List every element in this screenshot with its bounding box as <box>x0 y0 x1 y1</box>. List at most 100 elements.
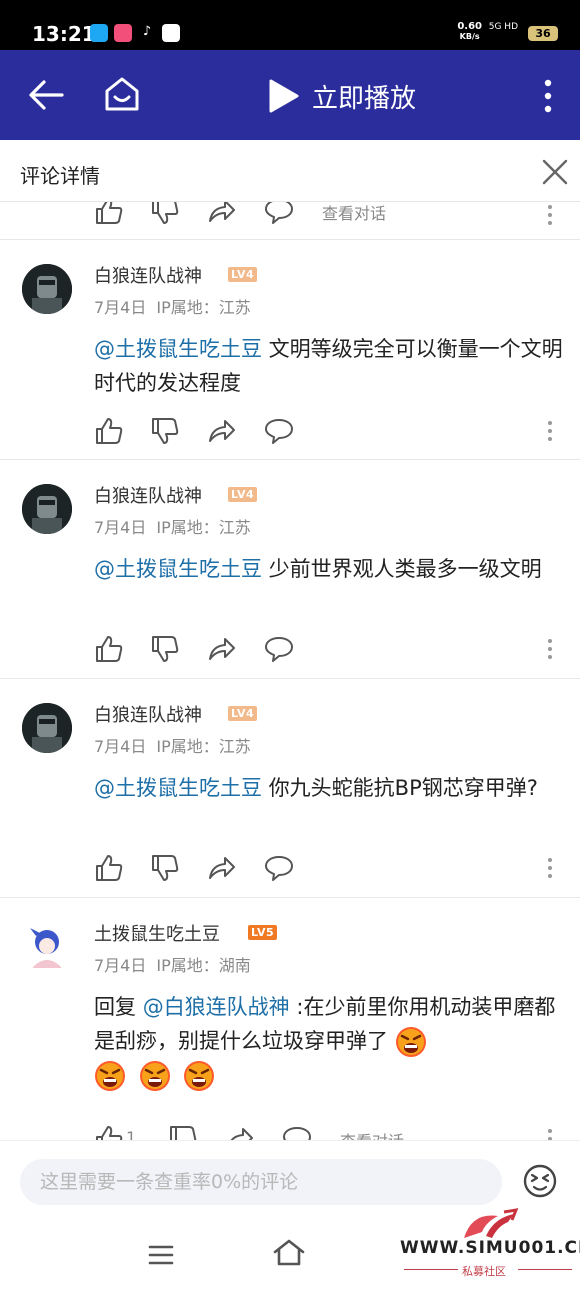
page-title: 评论详情 <box>20 164 100 188</box>
username[interactable]: 白狼连队战神 <box>94 482 202 508</box>
share-icon[interactable] <box>206 634 236 664</box>
ip-location: IP属地：湖南 <box>156 956 251 975</box>
tiktok-notification-icon: ♪ <box>138 24 156 42</box>
avatar-image <box>22 484 72 534</box>
comment-date: 7月4日 <box>94 956 147 975</box>
home-nav-icon[interactable] <box>272 1238 306 1266</box>
comment-icon[interactable] <box>264 416 294 446</box>
more-vert-icon[interactable] <box>536 78 560 114</box>
comment-content: 你九头蛇能抗BP钢芯穿甲弹? <box>262 776 538 800</box>
angry-emoji-icon <box>395 1027 426 1057</box>
thumbs-up-icon[interactable] <box>94 634 124 664</box>
comment-input[interactable] <box>20 1159 502 1205</box>
play-icon[interactable] <box>266 78 300 114</box>
play-now-label[interactable]: 立即播放 <box>312 78 416 115</box>
level-badge: LV4 <box>228 706 258 721</box>
comment-list[interactable]: 查看对话 白狼连队战神 LV4 7月4日 IP属地：江苏 @土拨鼠生吃土豆 文明等… <box>0 202 580 1140</box>
reply-prefix: 回复 <box>94 995 143 1019</box>
thumbs-up-icon[interactable] <box>94 1124 124 1140</box>
thumbs-up-icon[interactable] <box>94 853 124 883</box>
thumbs-down-icon[interactable] <box>150 202 180 226</box>
view-conversation-link[interactable]: 查看对话 <box>322 202 386 224</box>
emoji-icon[interactable] <box>522 1163 558 1199</box>
thumbs-down-icon[interactable] <box>150 853 180 883</box>
thumbs-down-icon[interactable] <box>168 1124 198 1140</box>
comment-item: 白狼连队战神 LV4 7月4日 IP属地：江苏 @土拨鼠生吃土豆 少前世界观人类最… <box>0 460 580 679</box>
watermark-divider <box>518 1269 572 1270</box>
mention-link[interactable]: @土拨鼠生吃土豆 <box>94 557 262 581</box>
comment-text: 回复 @白狼连队战神 :在少前里你用机动装甲磨都是刮痧，别提什么垃圾穿甲弹了 <box>94 990 564 1092</box>
like-count: 1 <box>126 1128 137 1140</box>
mention-link[interactable]: @土拨鼠生吃土豆 <box>94 337 262 361</box>
username[interactable]: 白狼连队战神 <box>94 701 202 727</box>
angry-emoji-icon <box>184 1061 215 1091</box>
share-icon[interactable] <box>206 416 236 446</box>
status-time: 13:21 <box>32 22 96 46</box>
avatar-image <box>30 928 62 968</box>
action-row: 1 查看对话 <box>94 1124 564 1140</box>
watermark-logo-icon <box>464 1208 519 1238</box>
avatar-image <box>22 703 72 753</box>
comment-meta: 7月4日 IP属地：江苏 <box>94 514 261 538</box>
back-arrow-icon[interactable] <box>26 78 66 112</box>
close-icon[interactable] <box>541 158 569 186</box>
view-conversation-link[interactable]: 查看对话 <box>340 1128 404 1140</box>
action-row <box>94 416 564 446</box>
thumbs-down-icon[interactable] <box>150 416 180 446</box>
thumbs-up-icon[interactable] <box>94 416 124 446</box>
previous-comment-actions: 查看对话 <box>0 202 580 240</box>
avatar[interactable] <box>22 922 72 972</box>
network-speed: 0.60 KB/s <box>457 21 482 42</box>
watermark-sub: 私募社区 <box>462 1265 506 1278</box>
angry-emoji-icon <box>139 1061 170 1091</box>
action-row <box>94 853 564 883</box>
app-bar: 立即播放 <box>0 50 580 140</box>
share-icon[interactable] <box>224 1124 254 1140</box>
comment-text: @土拨鼠生吃土豆 你九头蛇能抗BP钢芯穿甲弹? <box>94 771 564 805</box>
comment-item: 白狼连队战神 LV4 7月4日 IP属地：江苏 @土拨鼠生吃土豆 文明等级完全可以… <box>0 240 580 460</box>
angry-emoji-icon <box>95 1061 125 1091</box>
ip-location: IP属地：江苏 <box>156 298 251 317</box>
comment-meta: 7月4日 IP属地：江苏 <box>94 733 261 757</box>
comment-more-icon[interactable] <box>546 638 554 660</box>
comment-icon[interactable] <box>264 853 294 883</box>
level-badge: LV4 <box>228 487 258 502</box>
comment-more-icon[interactable] <box>546 1128 554 1140</box>
comment-more-icon[interactable] <box>546 857 554 879</box>
comment-meta: 7月4日 IP属地：江苏 <box>94 294 261 318</box>
level-badge: LV5 <box>248 925 278 940</box>
avatar[interactable] <box>22 703 72 753</box>
comment-text: @土拨鼠生吃土豆 文明等级完全可以衡量一个文明时代的发达程度 <box>94 332 564 400</box>
thumbs-up-icon[interactable] <box>94 202 124 226</box>
thumbs-down-icon[interactable] <box>150 634 180 664</box>
mention-link[interactable]: @土拨鼠生吃土豆 <box>94 776 262 800</box>
comment-item: 土拨鼠生吃土豆 LV5 7月4日 IP属地：湖南 回复 @白狼连队战神 :在少前里… <box>0 898 580 1140</box>
ip-location: IP属地：江苏 <box>156 518 251 537</box>
comment-more-icon[interactable] <box>546 204 554 226</box>
share-icon[interactable] <box>206 202 236 226</box>
comment-more-icon[interactable] <box>546 420 554 442</box>
avatar[interactable] <box>22 264 72 314</box>
comment-text: @土拨鼠生吃土豆 少前世界观人类最多一级文明 <box>94 552 564 586</box>
maps-notification-icon <box>162 24 180 42</box>
action-row: 查看对话 <box>94 202 564 226</box>
menu-icon[interactable] <box>148 1244 174 1266</box>
watermark: WWW.SIMU001.CN 私募社区 <box>400 1208 580 1282</box>
signal-indicator: 5G HD <box>488 22 518 32</box>
comment-icon[interactable] <box>282 1124 312 1140</box>
username[interactable]: 白狼连队战神 <box>94 262 202 288</box>
comment-date: 7月4日 <box>94 298 147 317</box>
home-icon[interactable] <box>102 74 142 114</box>
comment-date: 7月4日 <box>94 518 147 537</box>
comment-meta: 7月4日 IP属地：湖南 <box>94 952 261 976</box>
comment-icon[interactable] <box>264 634 294 664</box>
status-bar: 13:21 ♪ 0.60 KB/s 5G HD 36 <box>0 0 580 50</box>
watermark-divider <box>404 1269 458 1270</box>
comment-item: 白狼连队战神 LV4 7月4日 IP属地：江苏 @土拨鼠生吃土豆 你九头蛇能抗BP… <box>0 679 580 898</box>
avatar[interactable] <box>22 484 72 534</box>
share-icon[interactable] <box>206 853 236 883</box>
username[interactable]: 土拨鼠生吃土豆 <box>94 920 220 946</box>
comment-icon[interactable] <box>264 202 294 226</box>
comment-content: 少前世界观人类最多一级文明 <box>262 557 542 581</box>
mention-link[interactable]: @白狼连队战神 <box>143 995 290 1019</box>
